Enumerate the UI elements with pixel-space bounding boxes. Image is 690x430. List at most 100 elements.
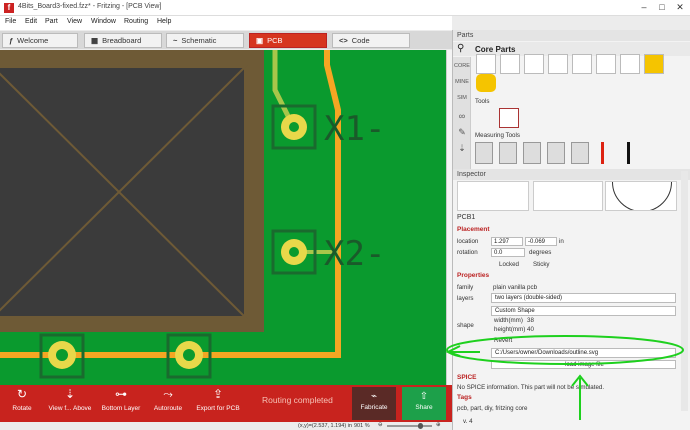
multimeter-icon-1[interactable] xyxy=(475,142,493,164)
rotation-field[interactable]: 0.0 xyxy=(491,248,525,257)
pcb-icon: ▣ xyxy=(256,36,264,45)
layer-view-icon: ⇣ xyxy=(64,387,76,401)
wrench-icon[interactable]: ✎ xyxy=(454,127,470,138)
inspector-header: Inspector xyxy=(453,169,690,180)
multimeter-icon-5[interactable] xyxy=(571,142,589,164)
part-tile-6[interactable] xyxy=(596,54,616,74)
parts-panel-header: Parts xyxy=(453,30,690,41)
view-from-above-button[interactable]: ⇣ View f... Above xyxy=(44,387,96,412)
arrow-down-icon[interactable]: ⇣ xyxy=(454,143,470,154)
autoroute-button[interactable]: ⤳ Autoroute xyxy=(148,387,188,412)
menu-window[interactable]: Window xyxy=(91,18,116,25)
layers-select[interactable]: two layers (double-sided) xyxy=(491,293,676,303)
zoom-level: 901 % xyxy=(354,423,370,429)
tab-breadboard[interactable]: ▦ Breadboard xyxy=(84,33,162,48)
part-tile-7[interactable] xyxy=(620,54,640,74)
properties-header: Properties xyxy=(457,272,490,279)
part-tile-8[interactable] xyxy=(644,54,664,74)
bin-title: Core Parts xyxy=(475,45,516,54)
bin-tabs: CORE MINE SIM ∞ ✎ ⇣ xyxy=(453,57,471,177)
width-value[interactable]: 38 xyxy=(527,317,534,324)
ruler-tool-icon[interactable] xyxy=(499,108,519,128)
probe-black-icon[interactable] xyxy=(627,142,630,164)
part-tile-1[interactable] xyxy=(476,54,496,74)
probe-red-icon[interactable] xyxy=(601,142,604,164)
family-value: plain vanilla pcb xyxy=(493,284,538,291)
rotation-unit: degrees xyxy=(529,249,552,256)
cursor-coordinates: (x,y)=(2.537, 1.194) in xyxy=(298,423,352,429)
part-tile-5[interactable] xyxy=(572,54,592,74)
inspector-preview-pcb xyxy=(605,181,677,211)
highlight-ellipse xyxy=(446,335,684,365)
location-unit: in xyxy=(559,238,564,245)
tab-code[interactable]: <> Code xyxy=(332,33,410,48)
pcb-drawing[interactable]: X1- X2- xyxy=(0,50,446,385)
location-y-field[interactable]: -0.069 xyxy=(525,237,557,246)
menu-view[interactable]: View xyxy=(67,18,82,25)
bottom-toolbar: ↻ Rotate ⇣ View f... Above ⊶ Bottom Layer ⤳… xyxy=(0,385,452,422)
location-x-field[interactable]: 1.297 xyxy=(491,237,523,246)
zoom-out-icon[interactable]: ⊖ xyxy=(378,422,383,428)
routing-status: Routing completed xyxy=(262,395,333,405)
pad-x2-hole xyxy=(289,247,299,257)
part-tile-4[interactable] xyxy=(548,54,568,74)
custom-shape-select[interactable]: Custom Shape xyxy=(491,306,676,316)
bin-tab-core[interactable]: CORE xyxy=(454,63,470,69)
sticky-checkbox[interactable]: Sticky xyxy=(533,261,550,268)
locked-checkbox[interactable]: Locked xyxy=(499,261,519,268)
pcb-canvas[interactable]: X1- X2- xyxy=(0,50,446,385)
menu-bar: File Edit Part View Window Routing Help xyxy=(0,16,452,30)
inspector-preview-breadboard xyxy=(457,181,529,211)
bin-tab-sim[interactable]: SIM xyxy=(454,95,470,101)
rotation-label: rotation xyxy=(457,249,478,256)
menu-routing[interactable]: Routing xyxy=(124,18,148,25)
maximize-icon[interactable]: □ xyxy=(654,1,670,14)
mystery-part-icon[interactable] xyxy=(476,74,496,92)
ground-plane-area xyxy=(0,64,248,320)
part-tile-2[interactable] xyxy=(500,54,520,74)
rotate-icon: ↻ xyxy=(16,387,28,401)
multimeter-icon-4[interactable] xyxy=(547,142,565,164)
menu-part[interactable]: Part xyxy=(45,18,58,25)
tab-schematic[interactable]: ~ Schematic xyxy=(166,33,244,48)
fabricate-icon: ⌁ xyxy=(370,391,378,402)
welcome-icon: ƒ xyxy=(9,36,14,45)
shape-label: shape xyxy=(457,322,474,329)
search-icon[interactable]: ⚲ xyxy=(457,43,464,54)
menu-file[interactable]: File xyxy=(5,18,16,25)
title-bar: f 4Bits_Board3-fixed.fzz* - Fritzing - [… xyxy=(0,0,690,16)
autoroute-icon: ⤳ xyxy=(163,387,173,401)
code-icon: <> xyxy=(339,36,348,45)
tab-pcb[interactable]: ▣ PCB xyxy=(249,33,327,48)
bottom-layer-icon: ⊶ xyxy=(115,387,127,401)
tools-label: Tools xyxy=(475,98,490,105)
menu-edit[interactable]: Edit xyxy=(25,18,37,25)
close-icon[interactable]: ✕ xyxy=(672,1,688,14)
menu-help[interactable]: Help xyxy=(157,18,171,25)
green-highlight-annotation xyxy=(445,335,684,420)
link-icon[interactable]: ∞ xyxy=(454,111,470,121)
tab-welcome[interactable]: ƒ Welcome xyxy=(2,33,78,48)
highlight-arrow-up xyxy=(571,374,589,420)
status-bar: (x,y)=(2.537, 1.194) in 901 % ⊖ ⊕ xyxy=(0,422,452,430)
zoom-slider-handle[interactable] xyxy=(418,423,423,429)
fritzing-app-icon: f xyxy=(4,3,14,13)
zoom-slider[interactable] xyxy=(387,425,432,427)
inspector-preview-schematic xyxy=(533,181,603,211)
fabricate-button[interactable]: ⌁ Fabricate xyxy=(352,387,396,420)
part-tile-3[interactable] xyxy=(524,54,544,74)
bottom-layer-button[interactable]: ⊶ Bottom Layer xyxy=(98,387,144,412)
pcb-outline-preview xyxy=(612,182,672,210)
bin-tab-mine[interactable]: MINE xyxy=(454,79,470,85)
pad-3-hole xyxy=(56,349,68,361)
rotate-button[interactable]: ↻ Rotate xyxy=(4,387,40,412)
minimize-icon[interactable]: – xyxy=(636,1,652,14)
export-icon: ⇪ xyxy=(212,387,224,401)
width-label: width(mm) xyxy=(494,317,523,324)
label-x2: X2- xyxy=(324,234,385,274)
location-label: location xyxy=(457,238,479,245)
multimeter-icon-3[interactable] xyxy=(523,142,541,164)
multimeter-icon-2[interactable] xyxy=(499,142,517,164)
schematic-icon: ~ xyxy=(173,36,178,45)
export-for-pcb-button[interactable]: ⇪ Export for PCB xyxy=(192,387,244,412)
